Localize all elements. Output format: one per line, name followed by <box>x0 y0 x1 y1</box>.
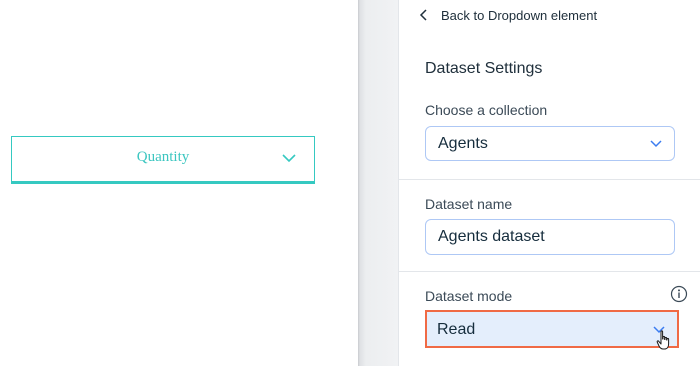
info-icon[interactable] <box>670 285 688 303</box>
dataset-name-field[interactable]: Agents dataset <box>425 219 675 255</box>
panel-divider <box>358 0 398 366</box>
dataset-name-value: Agents dataset <box>438 228 545 245</box>
dataset-mode-label: Dataset mode <box>425 288 513 304</box>
section-divider <box>399 271 700 272</box>
back-link-label: Back to Dropdown element <box>441 7 598 23</box>
chevron-down-icon <box>650 140 662 148</box>
dropdown-value: Quantity <box>136 149 190 165</box>
quantity-dropdown[interactable]: Quantity <box>11 136 315 184</box>
dataset-name-label: Dataset name <box>425 196 513 212</box>
collection-label: Choose a collection <box>425 102 548 118</box>
back-to-dropdown-link[interactable]: Back to Dropdown element <box>419 6 597 24</box>
hand-cursor-icon <box>656 330 670 350</box>
dataset-mode-value: Read <box>437 321 476 338</box>
dataset-mode-select[interactable]: Read <box>425 310 679 348</box>
section-divider <box>399 179 700 180</box>
collection-select[interactable]: Agents <box>425 126 675 161</box>
editor-canvas: Quantity <box>0 0 358 366</box>
settings-panel: Back to Dropdown element Dataset Setting… <box>398 0 700 366</box>
collection-value: Agents <box>438 135 488 152</box>
panel-title: Dataset Settings <box>425 60 543 77</box>
chevron-down-icon <box>282 154 296 163</box>
chevron-left-icon <box>419 9 427 21</box>
